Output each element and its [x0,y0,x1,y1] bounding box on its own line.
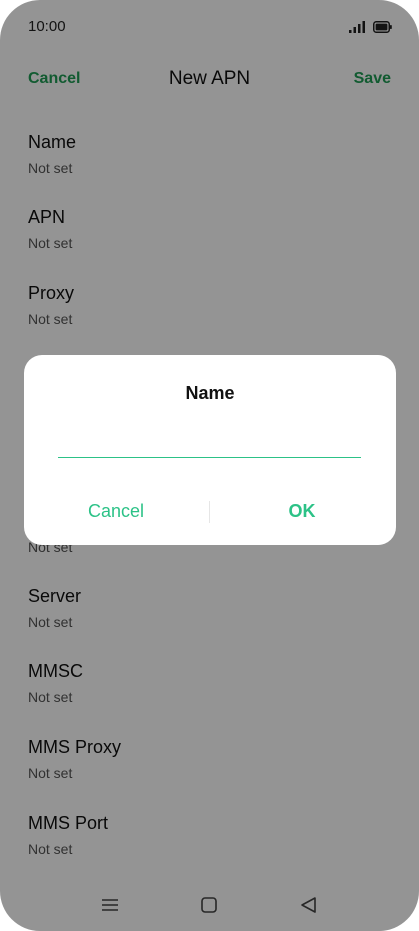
dialog-cancel-button[interactable]: Cancel [41,501,191,522]
dialog-title: Name [185,383,235,403]
dialog-button-divider [209,501,210,523]
name-dialog: Name Cancel OK [24,355,396,545]
dialog-ok-button[interactable]: OK [227,501,377,522]
phone-screen: 10:00 Cancel New APN Save Name Not set A… [0,0,419,931]
name-input[interactable] [58,417,361,458]
